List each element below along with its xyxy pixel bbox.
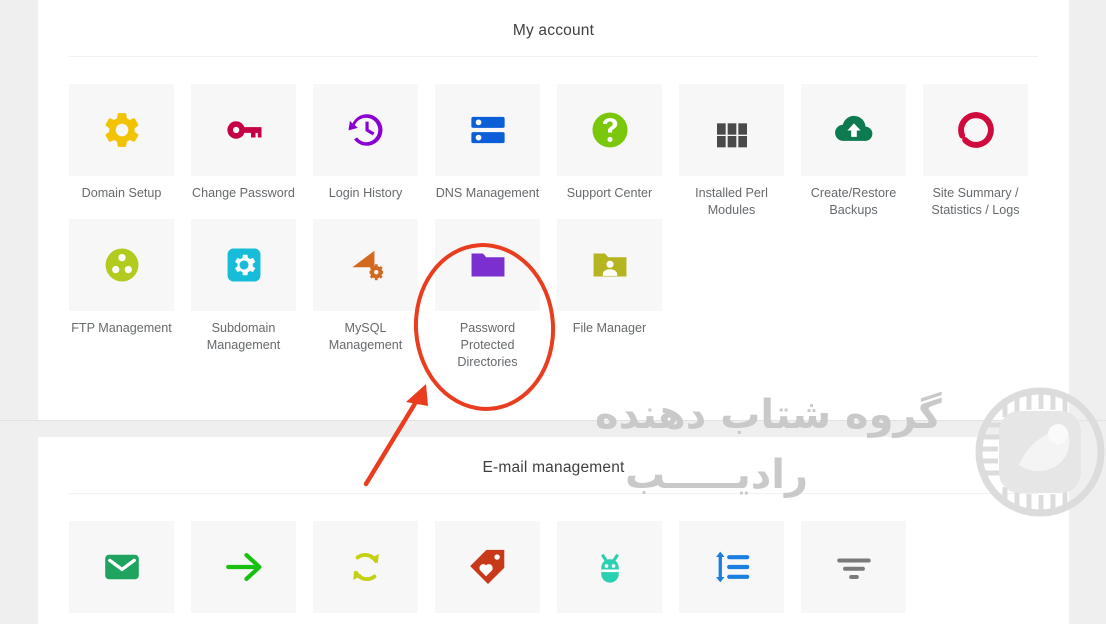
email-tile-grid xyxy=(38,494,1069,613)
gear-icon xyxy=(104,113,138,147)
tile-create-restore-backups[interactable]: Create/Restore Backups xyxy=(801,84,906,219)
tile-bug-icon[interactable] xyxy=(557,521,662,613)
tile-label: Support Center xyxy=(566,186,653,200)
tile-icon-box[interactable] xyxy=(923,84,1028,176)
tile-label: MySQL Management xyxy=(328,321,403,352)
tile-login-history[interactable]: Login History xyxy=(313,84,418,219)
tile-label: Create/Restore Backups xyxy=(810,186,897,217)
tile-label: File Manager xyxy=(572,321,647,335)
sync-refresh-icon xyxy=(352,553,379,581)
tile-password-protected-directories[interactable]: Password Protected Directories xyxy=(435,219,540,371)
tile-icon-box[interactable] xyxy=(435,219,540,311)
tile-icon-box[interactable] xyxy=(69,219,174,311)
tile-icon-box[interactable] xyxy=(313,521,418,613)
tile-list-sort-icon[interactable] xyxy=(679,521,784,613)
donut-chart-icon xyxy=(957,112,994,148)
my-account-panel: My account Domain Setup Change Password … xyxy=(38,0,1069,420)
tile-support-center[interactable]: Support Center xyxy=(557,84,662,219)
arrow-right-icon xyxy=(225,553,261,581)
mysql-dolphin-icon xyxy=(351,250,383,281)
gear-square-icon xyxy=(227,248,260,282)
tile-label: FTP Management xyxy=(71,321,172,335)
three-dot-circle-icon xyxy=(105,248,138,282)
section-title-email-management: E-mail management xyxy=(482,459,625,476)
tile-icon-box[interactable] xyxy=(557,84,662,176)
tile-label: Login History xyxy=(328,186,403,200)
tile-ftp-management[interactable]: FTP Management xyxy=(69,219,174,371)
tile-icon-box[interactable] xyxy=(557,219,662,311)
folder-user-icon xyxy=(593,253,626,277)
tile-domain-setup[interactable]: Domain Setup xyxy=(69,84,174,219)
tile-file-manager[interactable]: File Manager xyxy=(557,219,662,371)
tile-mysql-management[interactable]: MySQL Management xyxy=(313,219,418,371)
tile-icon-box[interactable] xyxy=(69,521,174,613)
tile-icon-box[interactable] xyxy=(801,84,906,176)
tile-icon-box[interactable] xyxy=(191,219,296,311)
envelope-icon xyxy=(104,554,139,580)
tile-envelope-icon[interactable] xyxy=(69,521,174,613)
key-icon xyxy=(226,121,261,139)
tile-icon-box[interactable] xyxy=(313,84,418,176)
tag-heart-icon xyxy=(469,549,504,584)
tile-label: Installed Perl Modules xyxy=(695,186,768,217)
tile-label: Subdomain Management xyxy=(206,321,281,352)
tile-icon-box[interactable] xyxy=(679,84,784,176)
tile-arrow-right-icon[interactable] xyxy=(191,521,296,613)
page-root: My account Domain Setup Change Password … xyxy=(0,0,1106,624)
tile-icon-box[interactable] xyxy=(435,84,540,176)
tile-label: DNS Management xyxy=(435,186,540,200)
tile-icon-box[interactable] xyxy=(69,84,174,176)
question-circle-icon xyxy=(592,112,627,148)
tile-tag-heart-icon[interactable] xyxy=(435,521,540,613)
tile-icon-box[interactable] xyxy=(557,521,662,613)
tile-dns-management[interactable]: DNS Management xyxy=(435,84,540,219)
history-clock-icon xyxy=(348,114,382,146)
section-title-my-account: My account xyxy=(512,22,595,39)
my-account-tile-grid: Domain Setup Change Password Login Histo… xyxy=(38,57,1069,371)
tile-subdomain-management[interactable]: Subdomain Management xyxy=(191,219,296,371)
filter-icon xyxy=(836,558,871,579)
tile-filter-icon[interactable] xyxy=(801,521,906,613)
server-stack-icon xyxy=(470,116,505,144)
tile-label: Change Password xyxy=(192,186,295,200)
tile-icon-box[interactable] xyxy=(313,219,418,311)
bug-icon xyxy=(600,554,619,583)
tile-icon-box[interactable] xyxy=(191,84,296,176)
tile-icon-box[interactable] xyxy=(679,521,784,613)
email-management-panel: E-mail management xyxy=(38,437,1069,624)
tile-icon-box[interactable] xyxy=(191,521,296,613)
tile-installed-perl-modules[interactable]: Installed Perl Modules xyxy=(679,84,784,219)
tile-change-password[interactable]: Change Password xyxy=(191,84,296,219)
tile-sync-refresh-icon[interactable] xyxy=(313,521,418,613)
tile-label: Password Protected Directories xyxy=(457,321,518,369)
grid-modules-icon xyxy=(716,123,747,148)
tile-label: Domain Setup xyxy=(81,186,162,200)
tile-icon-box[interactable] xyxy=(801,521,906,613)
tile-icon-box[interactable] xyxy=(435,521,540,613)
list-sort-icon xyxy=(715,551,749,583)
folder-icon xyxy=(471,253,504,277)
cloud-upload-icon xyxy=(834,115,872,141)
tile-site-summary-statistics-logs[interactable]: Site Summary / Statistics / Logs xyxy=(923,84,1028,219)
panel-gap xyxy=(0,420,1106,437)
tile-label: Site Summary / Statistics / Logs xyxy=(931,186,1020,217)
